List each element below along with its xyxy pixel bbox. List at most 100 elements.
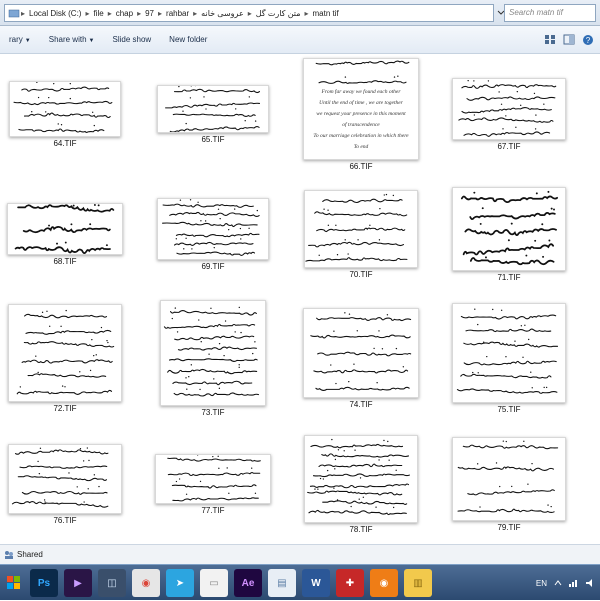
file-name[interactable]: 65.TIF <box>152 135 274 144</box>
file-name[interactable]: 77.TIF <box>152 506 274 515</box>
calligraphy-image <box>304 309 418 397</box>
file-tile[interactable]: 67.TIF <box>448 78 570 151</box>
file-tile[interactable]: From far away we found each otherUntil t… <box>300 58 422 171</box>
file-name[interactable]: 66.TIF <box>300 162 422 171</box>
calligraphy-dot <box>65 242 67 244</box>
file-tile[interactable]: 65.TIF <box>152 85 274 144</box>
file-thumbnail[interactable] <box>8 444 122 514</box>
file-name[interactable]: 64.TIF <box>4 139 126 148</box>
share-with-button[interactable]: Share with▼ <box>40 35 104 44</box>
file-name[interactable]: 76.TIF <box>4 516 126 525</box>
explorer-icon: ▤ <box>277 578 286 589</box>
start-button[interactable] <box>4 569 24 597</box>
file-name[interactable]: 72.TIF <box>4 404 126 413</box>
file-name[interactable]: 70.TIF <box>300 270 422 279</box>
file-tile[interactable]: 75.TIF <box>448 303 570 414</box>
help-icon[interactable]: ? <box>582 34 594 45</box>
slide-show-button[interactable]: Slide show <box>103 35 160 44</box>
file-tile[interactable]: 72.TIF <box>4 304 126 413</box>
library-button[interactable]: rary▼ <box>0 35 40 44</box>
network-icon[interactable] <box>569 579 579 587</box>
search-input[interactable]: Search matn tif <box>504 4 596 22</box>
preview-pane-icon[interactable] <box>563 34 575 45</box>
file-thumbnail[interactable]: From far away we found each otherUntil t… <box>303 58 419 160</box>
file-thumbnail[interactable] <box>9 81 121 137</box>
breadcrumb-item[interactable]: متن کارت گل <box>253 9 304 18</box>
taskbar-app-app3[interactable]: ◫ <box>98 569 126 597</box>
breadcrumb-item[interactable]: matn tif <box>310 9 342 18</box>
breadcrumb[interactable]: ▸Local Disk (C:)▸file▸chap▸97▸rahbar▸عرو… <box>4 4 494 22</box>
file-thumbnail[interactable] <box>157 198 269 260</box>
calligraphy-stroke <box>459 118 553 122</box>
taskbar-app-folder[interactable]: ▥ <box>404 569 432 597</box>
file-name[interactable]: 79.TIF <box>448 523 570 532</box>
file-tile[interactable]: 71.TIF <box>448 187 570 282</box>
taskbar-app-telegram[interactable]: ➤ <box>166 569 194 597</box>
calligraphy-stroke <box>322 454 409 457</box>
file-tile[interactable]: 78.TIF <box>300 435 422 534</box>
file-name[interactable]: 71.TIF <box>448 273 570 282</box>
file-name[interactable]: 68.TIF <box>4 257 126 266</box>
file-tile[interactable]: 79.TIF <box>448 437 570 532</box>
calligraphy-stroke <box>310 484 408 488</box>
taskbar-app-chrome[interactable]: ◉ <box>132 569 160 597</box>
breadcrumb-item[interactable]: 97 <box>142 9 157 18</box>
taskbar-app-photoshop[interactable]: Ps <box>30 569 58 597</box>
file-thumbnail[interactable] <box>157 85 269 133</box>
file-tile[interactable]: 69.TIF <box>152 198 274 271</box>
file-tile[interactable]: 68.TIF <box>4 203 126 266</box>
breadcrumb-item[interactable]: عروسی خانه <box>198 9 247 18</box>
breadcrumb-item[interactable]: rahbar <box>163 9 192 18</box>
file-icon: ▭ <box>209 578 218 589</box>
taskbar-app-premiere[interactable]: ▶ <box>64 569 92 597</box>
file-tile[interactable]: 77.TIF <box>152 454 274 515</box>
file-tile[interactable]: 73.TIF <box>152 300 274 417</box>
taskbar-app-app11[interactable]: ◉ <box>370 569 398 597</box>
file-tile[interactable]: 64.TIF <box>4 81 126 148</box>
file-thumbnail[interactable] <box>452 303 566 403</box>
volume-icon[interactable] <box>586 579 596 587</box>
file-thumbnail[interactable] <box>452 437 566 521</box>
taskbar-app-file[interactable]: ▭ <box>200 569 228 597</box>
file-name[interactable]: 73.TIF <box>152 408 274 417</box>
calligraphy-stroke <box>462 108 551 114</box>
file-thumbnail[interactable] <box>452 187 566 271</box>
file-thumbnail[interactable] <box>7 203 123 255</box>
file-thumbnail[interactable] <box>303 308 419 398</box>
calligraphy-image <box>158 86 268 132</box>
taskbar-app-explorer[interactable]: ▤ <box>268 569 296 597</box>
file-thumbnail[interactable] <box>304 435 418 523</box>
file-name[interactable]: 75.TIF <box>448 405 570 414</box>
taskbar-app-word[interactable]: W <box>302 569 330 597</box>
file-thumbnail[interactable] <box>155 454 271 504</box>
file-name[interactable]: 74.TIF <box>300 400 422 409</box>
file-tile[interactable]: 70.TIF <box>300 190 422 279</box>
calligraphy-dot <box>49 326 50 327</box>
file-name[interactable]: 69.TIF <box>152 262 274 271</box>
calligraphy-stroke <box>466 329 551 331</box>
file-name[interactable]: 67.TIF <box>448 142 570 151</box>
taskbar-app-after-effects[interactable]: Ae <box>234 569 262 597</box>
breadcrumb-item[interactable]: Local Disk (C:) <box>26 9 84 18</box>
calligraphy-dot <box>70 223 72 225</box>
breadcrumb-item[interactable]: file <box>90 9 106 18</box>
calligraphy-stroke <box>319 464 402 467</box>
file-name[interactable]: 78.TIF <box>300 525 422 534</box>
view-options-icon[interactable] <box>544 34 556 45</box>
calligraphy-dot <box>534 240 536 242</box>
file-thumbnail[interactable] <box>8 304 122 402</box>
calligraphy-stroke <box>164 324 254 328</box>
file-tile[interactable]: 76.TIF <box>4 444 126 525</box>
file-thumbnail[interactable] <box>304 190 418 268</box>
tray-arrow-icon[interactable] <box>554 579 562 587</box>
taskbar-app-app10[interactable]: ✚ <box>336 569 364 597</box>
language-indicator[interactable]: EN <box>536 579 547 588</box>
calligraphy-stroke <box>166 103 260 108</box>
file-thumbnail[interactable] <box>452 78 566 140</box>
calligraphy-dot <box>378 330 379 331</box>
breadcrumb-item[interactable]: chap <box>113 9 136 18</box>
file-thumbnail[interactable] <box>160 300 266 406</box>
calligraphy-stroke <box>309 510 406 514</box>
file-tile[interactable]: 74.TIF <box>300 308 422 409</box>
new-folder-button[interactable]: New folder <box>160 35 216 44</box>
